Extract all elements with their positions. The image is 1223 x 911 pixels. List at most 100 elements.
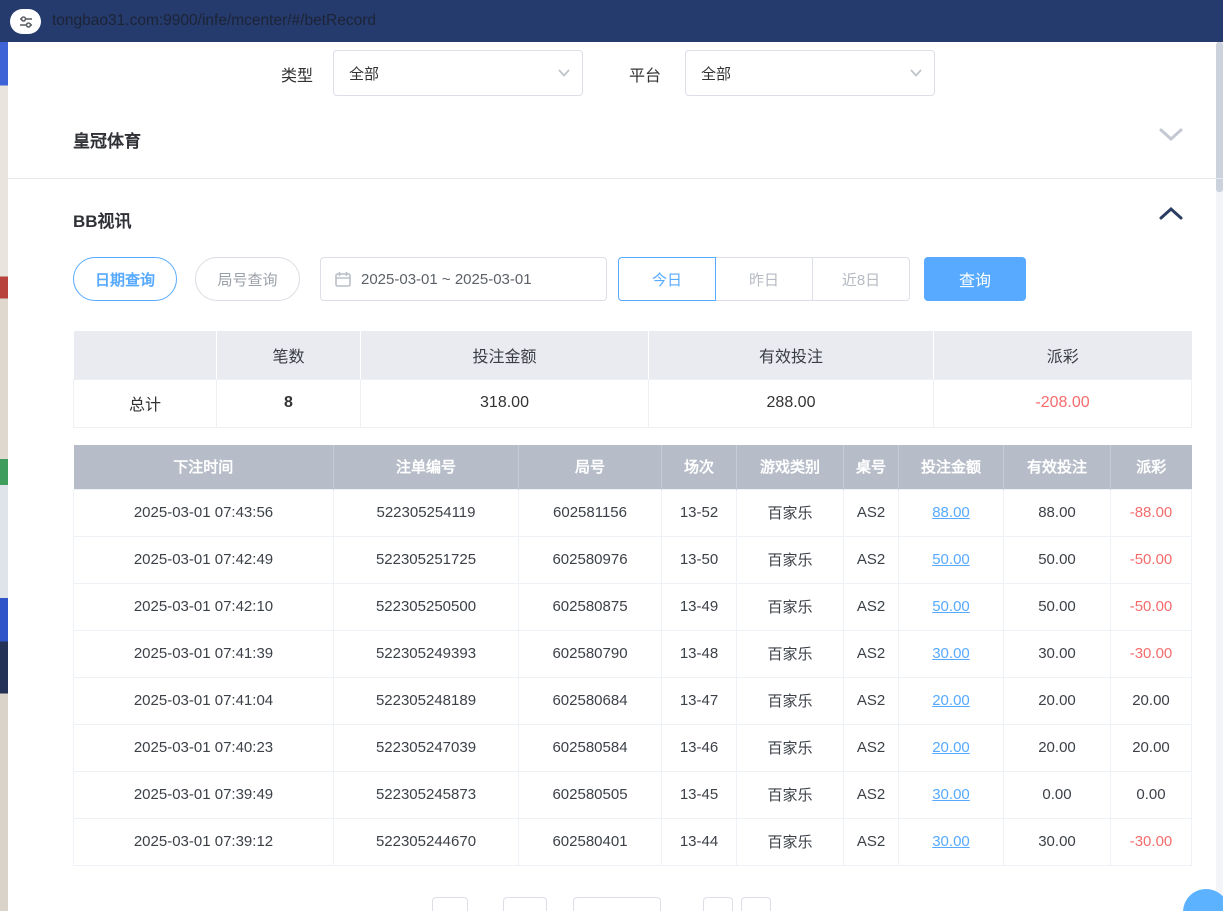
- cell-valid: 50.00: [1004, 583, 1111, 630]
- summary-payout: -208.00: [934, 379, 1192, 427]
- chevron-up-icon: [1159, 206, 1183, 220]
- table-row: 2025-03-01 07:42:49 522305251725 6025809…: [74, 536, 1192, 583]
- browser-address-bar: tongbao31.com:9900/infe/mcenter/#/betRec…: [0, 0, 1223, 42]
- cell-bet: 88.00: [899, 489, 1004, 536]
- cell-round-no: 602580875: [519, 583, 662, 630]
- cell-game-type: 百家乐: [737, 677, 844, 724]
- header-game-type: 游戏类别: [737, 445, 844, 489]
- table-row: 2025-03-01 07:41:04 522305248189 6025806…: [74, 677, 1192, 724]
- cell-game-type: 百家乐: [737, 771, 844, 818]
- cell-bet: 20.00: [899, 724, 1004, 771]
- cell-valid: 30.00: [1004, 818, 1111, 865]
- cell-payout: -30.00: [1111, 630, 1192, 677]
- today-button[interactable]: 今日: [618, 257, 716, 301]
- cell-time: 2025-03-01 07:42:10: [74, 583, 334, 630]
- summary-count: 8: [217, 379, 361, 427]
- cell-game-type: 百家乐: [737, 583, 844, 630]
- cell-game-type: 百家乐: [737, 818, 844, 865]
- cell-valid: 0.00: [1004, 771, 1111, 818]
- cell-table-no: AS2: [844, 818, 899, 865]
- scrollbar-thumb[interactable]: [1216, 42, 1223, 192]
- cell-bet: 50.00: [899, 583, 1004, 630]
- cell-session: 13-52: [662, 489, 737, 536]
- pagination-page-button[interactable]: [503, 897, 547, 911]
- cell-time: 2025-03-01 07:39:12: [74, 818, 334, 865]
- cell-bet: 30.00: [899, 818, 1004, 865]
- cell-time: 2025-03-01 07:39:49: [74, 771, 334, 818]
- cell-round-no: 602580684: [519, 677, 662, 724]
- summary-valid-bet: 288.00: [649, 379, 934, 427]
- bet-amount-link[interactable]: 30.00: [932, 833, 970, 850]
- header-bet-time: 下注时间: [74, 445, 334, 489]
- cell-payout: 20.00: [1111, 677, 1192, 724]
- table-row: 2025-03-01 07:39:12 522305244670 6025804…: [74, 818, 1192, 865]
- cell-bet: 30.00: [899, 630, 1004, 677]
- cell-valid: 30.00: [1004, 630, 1111, 677]
- calendar-icon: [335, 271, 351, 287]
- cell-time: 2025-03-01 07:40:23: [74, 724, 334, 771]
- bet-amount-link[interactable]: 30.00: [932, 786, 970, 803]
- site-info-button[interactable]: [10, 9, 41, 34]
- summary-header-payout: 派彩: [934, 331, 1192, 379]
- summary-header-count: 笔数: [217, 331, 361, 379]
- summary-header-bet: 投注金额: [361, 331, 649, 379]
- cell-session: 13-49: [662, 583, 737, 630]
- last8days-button[interactable]: 近8日: [812, 257, 910, 301]
- date-range-picker[interactable]: 2025-03-01 ~ 2025-03-01: [320, 257, 607, 301]
- section-crown-sports-toggle[interactable]: [1159, 128, 1183, 147]
- header-bet-amount: 投注金额: [899, 445, 1004, 489]
- bet-amount-link[interactable]: 20.00: [932, 739, 970, 756]
- type-select-value: 全部: [349, 63, 379, 84]
- yesterday-button[interactable]: 昨日: [715, 257, 813, 301]
- bet-amount-link[interactable]: 20.00: [932, 692, 970, 709]
- cell-order-no: 522305254119: [334, 489, 519, 536]
- cell-order-no: 522305251725: [334, 536, 519, 583]
- chevron-down-icon: [1159, 128, 1183, 142]
- background-page-strip: [0, 42, 8, 911]
- round-query-tab[interactable]: 局号查询: [195, 257, 300, 301]
- header-payout: 派彩: [1111, 445, 1192, 489]
- cell-bet: 30.00: [899, 771, 1004, 818]
- cell-game-type: 百家乐: [737, 630, 844, 677]
- cell-session: 13-44: [662, 818, 737, 865]
- cell-payout: 20.00: [1111, 724, 1192, 771]
- summary-table: 笔数 投注金额 有效投注 派彩 总计 8 318.00 288.00 -208.…: [73, 331, 1192, 428]
- table-row: 2025-03-01 07:41:39 522305249393 6025807…: [74, 630, 1192, 677]
- cell-order-no: 522305249393: [334, 630, 519, 677]
- bet-amount-link[interactable]: 50.00: [932, 551, 970, 568]
- cell-round-no: 602581156: [519, 489, 662, 536]
- scrollbar[interactable]: [1216, 42, 1223, 911]
- cell-order-no: 522305247039: [334, 724, 519, 771]
- bet-amount-link[interactable]: 50.00: [932, 598, 970, 615]
- date-query-tab[interactable]: 日期查询: [73, 257, 177, 301]
- floating-action-button[interactable]: [1183, 889, 1223, 911]
- cell-payout: -50.00: [1111, 583, 1192, 630]
- date-shortcut-group: 今日 昨日 近8日: [618, 257, 910, 301]
- bet-amount-link[interactable]: 88.00: [932, 504, 970, 521]
- cell-round-no: 602580976: [519, 536, 662, 583]
- table-row: 2025-03-01 07:42:10 522305250500 6025808…: [74, 583, 1192, 630]
- cell-payout: -30.00: [1111, 818, 1192, 865]
- table-row: 2025-03-01 07:40:23 522305247039 6025805…: [74, 724, 1192, 771]
- cell-time: 2025-03-01 07:41:39: [74, 630, 334, 677]
- pagination-prev-button[interactable]: [432, 897, 468, 911]
- cell-round-no: 602580790: [519, 630, 662, 677]
- cell-payout: -88.00: [1111, 489, 1192, 536]
- platform-select[interactable]: 全部: [685, 50, 935, 96]
- pagination-jump-input[interactable]: [741, 897, 771, 911]
- pagination-next-button[interactable]: [703, 897, 733, 911]
- cell-table-no: AS2: [844, 677, 899, 724]
- summary-total-row: 总计 8 318.00 288.00 -208.00: [74, 379, 1192, 427]
- type-select[interactable]: 全部: [333, 50, 583, 96]
- bet-amount-link[interactable]: 30.00: [932, 645, 970, 662]
- chevron-down-icon: [558, 69, 570, 77]
- cell-valid: 50.00: [1004, 536, 1111, 583]
- url-text[interactable]: tongbao31.com:9900/infe/mcenter/#/betRec…: [52, 0, 376, 42]
- section-bb-video-toggle[interactable]: [1159, 206, 1183, 225]
- cell-round-no: 602580505: [519, 771, 662, 818]
- cell-valid: 88.00: [1004, 489, 1111, 536]
- pagination-size-select[interactable]: [573, 897, 661, 911]
- summary-row-label: 总计: [74, 379, 217, 427]
- section-crown-sports-title: 皇冠体育: [73, 127, 141, 152]
- search-button[interactable]: 查询: [924, 257, 1026, 301]
